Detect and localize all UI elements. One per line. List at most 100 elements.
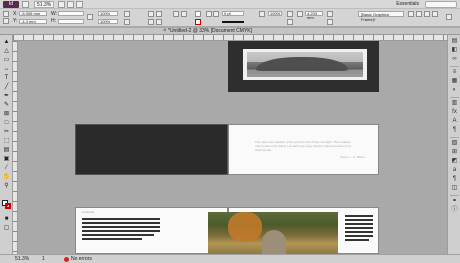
pencil-tool-icon[interactable]: ✎ [2, 101, 11, 109]
free-transform-tool-icon[interactable]: ⬚ [2, 137, 11, 145]
flip-vertical-icon[interactable] [156, 19, 162, 25]
eyedropper-tool-icon[interactable]: ⁄ [2, 164, 11, 172]
scale-x-field[interactable]: 100% [98, 11, 118, 16]
note-tool-icon[interactable]: ▣ [2, 155, 11, 163]
shear-icon[interactable] [124, 19, 130, 25]
screen-mode-tool-icon[interactable]: ▢ [2, 224, 11, 232]
stroke-weight-field[interactable]: 0 pt [222, 11, 244, 16]
effects-icon[interactable] [259, 11, 265, 17]
fitting-icon[interactable] [408, 11, 414, 17]
pathfinder-panel-icon[interactable]: ◩ [451, 158, 458, 165]
preflight-status-icon[interactable] [64, 257, 69, 262]
gap-tool-icon[interactable]: ↔ [2, 65, 11, 73]
layers-panel-icon[interactable]: ◧ [451, 47, 458, 54]
text-line [345, 227, 373, 229]
character-styles-panel-icon[interactable]: a [451, 167, 458, 174]
stroke-proxy[interactable] [5, 203, 11, 209]
reference-point-grid-icon[interactable] [3, 18, 9, 24]
info-panel-icon[interactable]: ⓘ [451, 207, 458, 214]
text-line [345, 235, 373, 237]
line-tool-icon[interactable]: ╱ [2, 83, 11, 91]
select-content-icon[interactable] [181, 11, 187, 17]
close-document-icon[interactable]: × [163, 28, 167, 35]
panel-dock: ▤ ◧ ∞ ≡ ▦ ◐ ▥ fx A ¶ ▧ ⊞ ◩ a ¶ ◫ ⚭ ⓘ [447, 35, 460, 254]
object-styles-panel-icon[interactable]: ◫ [451, 185, 458, 192]
spread-2-left-page[interactable] [75, 124, 228, 175]
text-wrap-icon[interactable] [297, 11, 303, 17]
distribute-icon[interactable] [327, 19, 333, 25]
text-wrap-panel-icon[interactable]: ▧ [451, 140, 458, 147]
stroke-dropdown-icon[interactable] [213, 11, 219, 17]
text-line [82, 230, 160, 232]
document-tab-title[interactable]: *Untitled-2 @ 33% [Document CMYK] [168, 28, 252, 35]
links-panel-icon[interactable]: ∞ [451, 56, 458, 63]
gradient-panel-icon[interactable]: ▥ [451, 100, 458, 107]
direct-selection-tool-icon[interactable]: △ [2, 47, 11, 55]
rectangle-tool-icon[interactable]: □ [2, 119, 11, 127]
view-options-icon[interactable] [58, 1, 65, 8]
select-container-icon[interactable] [173, 11, 179, 17]
swatches-panel-icon[interactable]: ▦ [451, 78, 458, 85]
scissors-tool-icon[interactable]: ✂ [2, 128, 11, 136]
rotate-90-ccw-icon[interactable] [156, 11, 162, 17]
preflight-status-text[interactable]: No errors [71, 256, 92, 263]
x-position-field[interactable]: -5.906 mm [19, 11, 47, 16]
width-field[interactable] [58, 11, 84, 16]
constrain-proportions-icon[interactable] [87, 14, 93, 20]
page-number-field[interactable]: 1 [42, 256, 45, 263]
dock-divider [450, 97, 459, 98]
fill-swatch[interactable] [195, 11, 201, 17]
spread-2-quote[interactable]: The most sure wisdom of the world is ful… [255, 140, 353, 152]
status-zoom-field[interactable]: 51.3% [15, 256, 29, 263]
fx-icon[interactable] [287, 19, 293, 25]
gradient-tool-icon[interactable]: ▤ [2, 146, 11, 154]
align-panel-icon[interactable]: ⊞ [451, 149, 458, 156]
dock-divider [450, 195, 459, 196]
rotate-90-cw-icon[interactable] [148, 11, 154, 17]
character-panel-icon[interactable]: A [451, 118, 458, 125]
workspace-switcher[interactable]: Essentials [381, 1, 419, 8]
pages-panel-icon[interactable]: ▤ [451, 38, 458, 45]
text-line [82, 238, 142, 240]
stroke-swatch[interactable] [195, 19, 201, 25]
fit-content-icon[interactable] [416, 11, 422, 17]
selection-tool-icon[interactable]: ▲ [2, 38, 11, 46]
stroke-panel-icon[interactable]: ≡ [451, 69, 458, 76]
zoom-level-field[interactable]: 51.3% [34, 1, 54, 8]
opacity-field[interactable]: 100% [268, 11, 282, 16]
paragraph-styles-panel-icon[interactable]: ¶ [451, 176, 458, 183]
fit-frame-icon[interactable] [424, 11, 430, 17]
center-content-icon[interactable] [432, 11, 438, 17]
type-tool-icon[interactable]: T [2, 74, 11, 82]
screen-mode-icon[interactable] [67, 1, 74, 8]
vertical-ruler[interactable] [13, 41, 18, 254]
hand-tool-icon[interactable]: ✋ [2, 173, 11, 181]
paragraph-panel-icon[interactable]: ¶ [451, 127, 458, 134]
dimension-field[interactable]: 4.233 mm [305, 11, 323, 20]
reference-point-icon[interactable] [3, 11, 9, 17]
flip-horizontal-icon[interactable] [148, 19, 154, 25]
height-field[interactable] [58, 19, 84, 24]
apply-color-icon[interactable]: ■ [2, 215, 11, 223]
pen-tool-icon[interactable]: ✒ [2, 92, 11, 100]
scale-y-field[interactable]: 100% [98, 19, 118, 24]
bridge-icon[interactable] [22, 1, 29, 8]
drop-shadow-icon[interactable] [287, 11, 293, 17]
dock-divider [450, 137, 459, 138]
panel-menu-icon[interactable] [446, 14, 452, 20]
align-icon[interactable] [327, 11, 333, 17]
page-tool-icon[interactable]: ▭ [2, 56, 11, 64]
color-panel-icon[interactable]: ◐ [451, 87, 458, 94]
rotate-icon[interactable] [124, 11, 130, 17]
stroke-type-selector[interactable] [222, 21, 244, 23]
arrange-documents-icon[interactable] [76, 1, 83, 8]
fill-dropdown-icon[interactable] [206, 11, 212, 17]
zoom-tool-icon[interactable]: ⚲ [2, 182, 11, 190]
hyperlinks-panel-icon[interactable]: ⚭ [451, 198, 458, 205]
search-input[interactable] [425, 1, 457, 8]
effects-panel-icon[interactable]: fx [451, 109, 458, 116]
object-style-select[interactable]: [Basic Graphics Frame]+ [358, 11, 404, 22]
rectangle-frame-tool-icon[interactable]: ⊠ [2, 110, 11, 118]
fill-stroke-proxy[interactable] [2, 200, 11, 209]
y-position-field[interactable]: -4.4 mm [19, 19, 47, 24]
